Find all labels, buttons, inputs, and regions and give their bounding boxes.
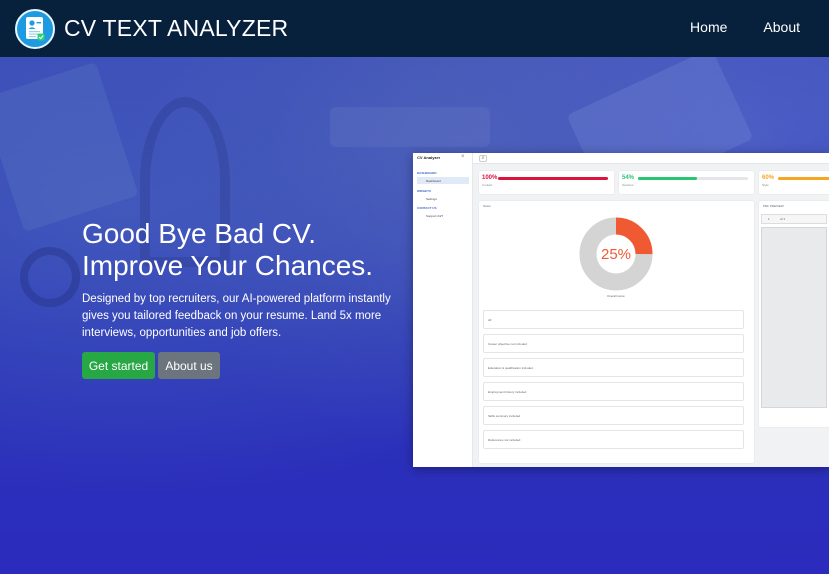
mockup-sidebar-item: Settings: [426, 196, 437, 201]
mockup-sidebar-title: CV Analyzer: [417, 155, 441, 160]
stat-progress-bar: [638, 177, 698, 180]
mockup-sidebar-item: Support 24/7: [426, 213, 444, 218]
pdf-preview-title: PDF PREVIEW: [763, 204, 784, 208]
check-item: All: [483, 310, 744, 329]
stat-progress-bar: [778, 177, 829, 180]
stat-progress-track: [638, 177, 748, 180]
stat-progress-track: [498, 177, 608, 180]
background-keyboard-shape: [330, 107, 490, 147]
donut-value-label: 25%: [601, 246, 631, 263]
stat-progress-track: [778, 177, 829, 180]
dashboard-mockup-image: CV Analyzer × DASHBOARD Dashboard WIDGET…: [413, 153, 829, 467]
check-item: References not included: [483, 430, 744, 449]
brand[interactable]: CV TEXT ANALYZER: [15, 8, 289, 49]
stat-progress-bar: [498, 177, 608, 180]
mockup-sidebar-item: Dashboard: [417, 177, 469, 184]
headline-line-1: Good Bye Bad CV.: [82, 218, 317, 249]
mockup-topbar: ⌕: [473, 153, 829, 164]
mockup-section-label: DASHBOARD: [417, 171, 437, 175]
check-item: Skills summary included: [483, 406, 744, 425]
brand-name: CV TEXT ANALYZER: [64, 15, 289, 41]
score-panel: Score 25% Overall score All Career objec…: [479, 201, 754, 463]
background-circle-shape: [20, 247, 80, 307]
resume-document-icon: [15, 8, 55, 49]
stat-value: 100%: [482, 175, 498, 181]
pdf-preview-toolbar: 1 of 1: [761, 214, 827, 224]
stat-value: 54%: [622, 175, 635, 181]
mockup-section-label: CONTACT US: [417, 206, 437, 210]
navbar: CV TEXT ANALYZER Home About: [0, 0, 829, 57]
nav-links: Home About: [690, 19, 800, 35]
stat-label: Sections: [622, 183, 634, 187]
score-panel-title: Score: [483, 204, 491, 208]
pdf-preview-page: [761, 227, 827, 408]
background-tablet-shape: [0, 61, 139, 233]
headline-line-2: Improve Your Chances.: [82, 250, 374, 281]
stat-value: 60%: [762, 175, 775, 181]
stat-card: 54% Sections: [619, 171, 754, 194]
pdf-page-number: 1: [768, 217, 770, 221]
stat-card: 100% Contact: [479, 171, 614, 194]
stat-label: Style: [762, 183, 769, 187]
check-item: Employment history included: [483, 382, 744, 401]
mockup-section-label: WIDGETS: [417, 189, 431, 193]
hero-headline: Good Bye Bad CV. Improve Your Chances.: [82, 218, 373, 282]
check-item: Education & qualification included: [483, 358, 744, 377]
pdf-preview-panel: PDF PREVIEW 1 of 1: [759, 201, 829, 427]
donut-caption: Overall score: [607, 294, 625, 298]
score-donut-chart: 25%: [579, 217, 653, 291]
check-item: Career objective not included: [483, 334, 744, 353]
mockup-sidebar: CV Analyzer × DASHBOARD Dashboard WIDGET…: [413, 153, 473, 467]
search-icon: ⌕: [479, 155, 487, 162]
pdf-page-total: of 1: [780, 217, 786, 221]
stat-label: Contact: [482, 183, 493, 187]
get-started-button[interactable]: Get started: [82, 352, 155, 379]
mockup-main: ⌕ 100% Contact 54% Sections 60% Style Sc…: [473, 153, 829, 467]
nav-home-link[interactable]: Home: [690, 19, 727, 35]
about-us-button[interactable]: About us: [158, 352, 220, 379]
stat-card: 60% Style: [759, 171, 829, 194]
close-icon: ×: [461, 154, 465, 160]
hero-subtext: Designed by top recruiters, our AI-power…: [82, 293, 391, 339]
nav-about-link[interactable]: About: [763, 19, 800, 35]
